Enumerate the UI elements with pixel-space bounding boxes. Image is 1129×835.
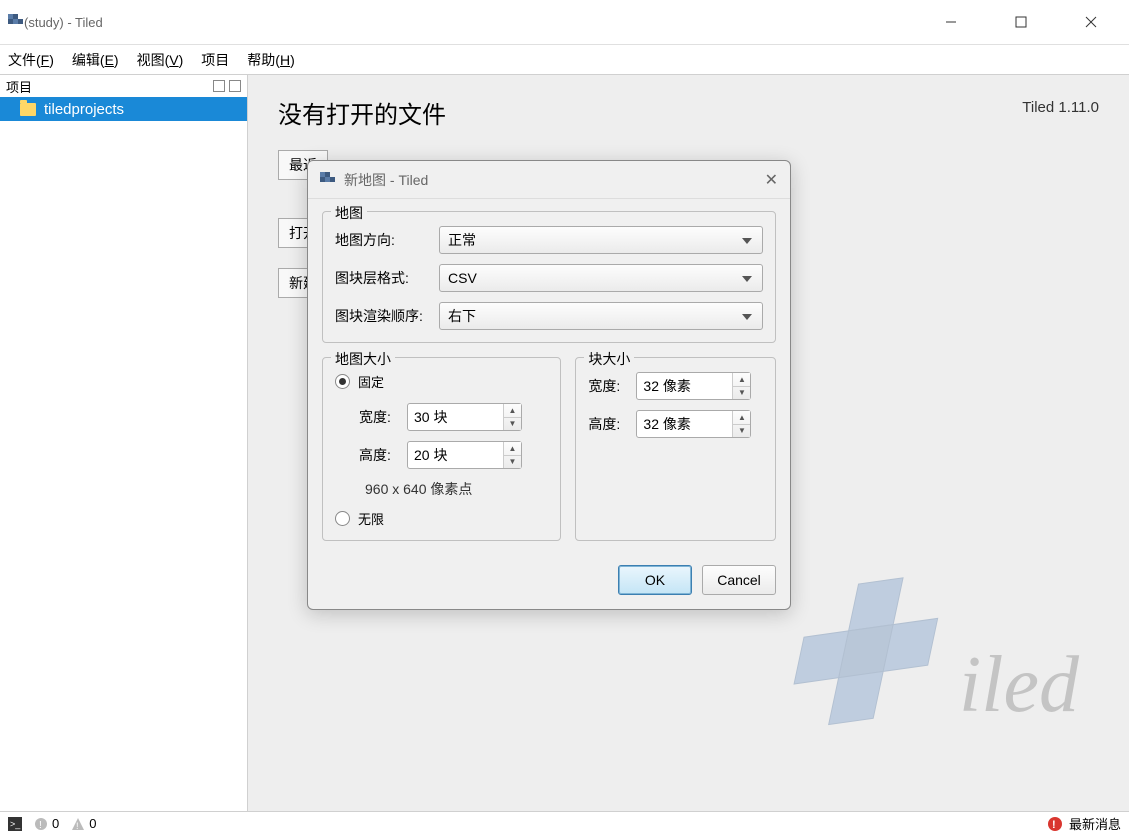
warning-icon: ! — [71, 817, 85, 831]
map-groupbox: 地图 地图方向: 正常 图块层格式: CSV 图块渲染顺序: 右下 — [322, 211, 776, 343]
new-map-dialog: 新地图 - Tiled ✕ 地图 地图方向: 正常 图块层格式: CSV 图块渲… — [307, 160, 791, 610]
console-icon[interactable]: >_ — [8, 817, 22, 831]
app-icon — [8, 14, 24, 30]
dock-float-icon[interactable] — [213, 80, 225, 92]
svg-text:!: ! — [1052, 819, 1056, 831]
dialog-title: 新地图 - Tiled — [344, 170, 765, 190]
tile-width-spin[interactable]: 32 像素▲▼ — [636, 372, 751, 400]
tile-height-label: 高度: — [588, 414, 628, 434]
infinite-radio-row[interactable]: 无限 — [335, 509, 548, 528]
orientation-combo[interactable]: 正常 — [439, 226, 763, 254]
maximize-button[interactable] — [1001, 7, 1041, 37]
spin-up-icon[interactable]: ▲ — [733, 411, 750, 425]
tree-item-tiledprojects[interactable]: tiledprojects — [0, 97, 247, 121]
close-button[interactable] — [1071, 7, 1111, 37]
folder-icon — [20, 103, 36, 116]
project-sidebar: 项目 tiledprojects — [0, 75, 248, 811]
warning-count[interactable]: ! 0 — [71, 816, 96, 831]
spin-up-icon[interactable]: ▲ — [504, 442, 521, 456]
ok-button[interactable]: OK — [618, 565, 692, 595]
menu-view[interactable]: 视图(V) — [137, 50, 184, 70]
map-size-title: 地图大小 — [331, 349, 395, 369]
map-width-spin[interactable]: 30 块▲▼ — [407, 403, 522, 431]
fixed-radio[interactable] — [335, 374, 350, 389]
sidebar-header: 项目 — [0, 75, 247, 97]
render-order-combo[interactable]: 右下 — [439, 302, 763, 330]
infinite-label: 无限 — [358, 509, 384, 528]
fixed-radio-row[interactable]: 固定 — [335, 372, 548, 391]
svg-text:>_: >_ — [10, 819, 21, 829]
tile-size-groupbox: 块大小 宽度: 32 像素▲▼ 高度: 32 像素▲▼ — [575, 357, 776, 541]
dock-close-icon[interactable] — [229, 80, 241, 92]
menu-project[interactable]: 项目 — [201, 50, 229, 70]
spin-up-icon[interactable]: ▲ — [504, 404, 521, 418]
spin-down-icon[interactable]: ▼ — [504, 418, 521, 431]
orientation-label: 地图方向: — [335, 230, 431, 250]
layer-format-label: 图块层格式: — [335, 268, 431, 288]
dialog-body: 地图 地图方向: 正常 图块层格式: CSV 图块渲染顺序: 右下 地图大小 固… — [308, 199, 790, 553]
version-label: Tiled 1.11.0 — [1022, 99, 1099, 116]
render-order-label: 图块渲染顺序: — [335, 306, 431, 326]
menu-help[interactable]: 帮助(H) — [247, 50, 294, 70]
spin-down-icon[interactable]: ▼ — [733, 425, 750, 438]
map-height-label: 高度: — [359, 445, 399, 465]
dialog-close-button[interactable]: ✕ — [765, 170, 778, 190]
svg-text:!: ! — [76, 821, 79, 831]
tree-item-label: tiledprojects — [44, 101, 124, 118]
map-width-label: 宽度: — [359, 407, 399, 427]
tile-width-label: 宽度: — [588, 376, 628, 396]
window-title: (study) - Tiled — [24, 15, 931, 30]
pixel-hint: 960 x 640 像素点 — [365, 479, 548, 499]
dialog-titlebar[interactable]: 新地图 - Tiled ✕ — [308, 161, 790, 199]
dialog-icon — [320, 172, 336, 188]
menubar: 文件(F) 编辑(E) 视图(V) 项目 帮助(H) — [0, 45, 1129, 75]
error-count[interactable]: ! 0 — [34, 816, 59, 831]
map-height-spin[interactable]: 20 块▲▼ — [407, 441, 522, 469]
news-icon: ! — [1047, 816, 1063, 832]
dialog-buttons: OK Cancel — [308, 553, 790, 609]
svg-text:!: ! — [39, 820, 42, 831]
layer-format-combo[interactable]: CSV — [439, 264, 763, 292]
error-icon: ! — [34, 817, 48, 831]
tile-height-spin[interactable]: 32 像素▲▼ — [636, 410, 751, 438]
news-label[interactable]: 最新消息 — [1069, 814, 1121, 833]
fixed-label: 固定 — [358, 372, 384, 391]
titlebar: (study) - Tiled — [0, 0, 1129, 45]
svg-text:iled: iled — [959, 641, 1080, 729]
spin-up-icon[interactable]: ▲ — [733, 373, 750, 387]
map-size-groupbox: 地图大小 固定 宽度: 30 块▲▼ 高度: 20 块▲▼ 960 x 640 … — [322, 357, 561, 541]
sidebar-title: 项目 — [6, 77, 32, 96]
menu-file[interactable]: 文件(F) — [8, 50, 54, 70]
project-tree[interactable]: tiledprojects — [0, 97, 247, 811]
window-controls — [931, 7, 1111, 37]
spin-down-icon[interactable]: ▼ — [733, 387, 750, 400]
cancel-button[interactable]: Cancel — [702, 565, 776, 595]
minimize-button[interactable] — [931, 7, 971, 37]
menu-edit[interactable]: 编辑(E) — [72, 50, 119, 70]
statusbar: >_ ! 0 ! 0 ! 最新消息 — [0, 811, 1129, 835]
tiled-watermark: iled — [789, 561, 1109, 781]
no-file-heading: 没有打开的文件 — [278, 95, 1099, 130]
infinite-radio[interactable] — [335, 511, 350, 526]
spin-down-icon[interactable]: ▼ — [504, 456, 521, 469]
tile-size-title: 块大小 — [584, 349, 634, 369]
map-group-title: 地图 — [331, 203, 367, 223]
